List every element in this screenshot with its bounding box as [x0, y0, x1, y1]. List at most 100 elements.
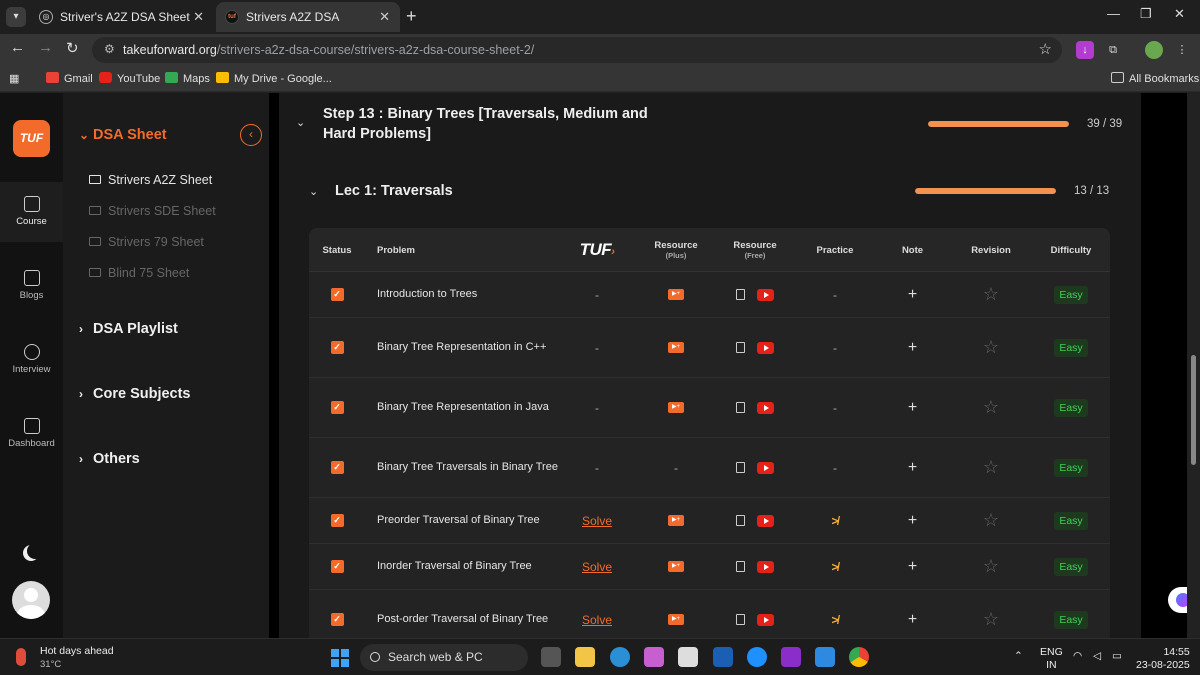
solve-link[interactable]: Solve [582, 613, 612, 627]
close-tab-icon[interactable]: ✕ [193, 2, 204, 32]
sidebar-item-blind75[interactable]: Blind 75 Sheet [89, 266, 189, 280]
revision-star-icon[interactable]: ☆ [983, 609, 999, 630]
sidebar-item-79[interactable]: Strivers 79 Sheet [89, 235, 204, 249]
tab-strivers-sheet[interactable]: ◎ Striver's A2Z DSA Sheet ✕ [30, 2, 214, 32]
step-title[interactable]: Step 13 : Binary Trees [Traversals, Medi… [323, 104, 683, 144]
chevron-down-icon[interactable]: ⌄ [296, 116, 305, 129]
article-icon[interactable] [736, 614, 745, 625]
bookmark-youtube[interactable]: YouTube [99, 72, 160, 85]
download-extension-icon[interactable]: ↓ [1076, 41, 1094, 59]
article-icon[interactable] [736, 402, 745, 413]
sidebar-item-sde[interactable]: Strivers SDE Sheet [89, 204, 216, 218]
taskbar-search[interactable]: Search web & PC [360, 644, 528, 671]
lync-icon[interactable] [713, 647, 733, 667]
status-checkbox[interactable]: ✓ [330, 341, 344, 354]
status-checkbox[interactable]: ✓ [330, 560, 344, 573]
bookmark-gmail[interactable]: Gmail [46, 72, 93, 85]
revision-star-icon[interactable]: ☆ [983, 510, 999, 531]
plus-resource-icon[interactable]: ▶+ [668, 561, 684, 572]
profile-avatar-icon[interactable] [1145, 41, 1163, 59]
wifi-icon[interactable]: ◠ [1073, 650, 1082, 663]
language-indicator[interactable]: ENG IN [1040, 646, 1063, 672]
file-explorer-icon[interactable] [575, 647, 595, 667]
sidebar-section-playlist[interactable]: › DSA Playlist [79, 321, 178, 337]
problem-name[interactable]: Binary Tree Representation in Java [377, 378, 562, 437]
task-view-icon[interactable] [541, 647, 561, 667]
plus-resource-icon[interactable]: ▶+ [668, 342, 684, 353]
add-note-icon[interactable]: + [908, 339, 917, 357]
reload-icon[interactable]: ↻ [66, 39, 79, 57]
add-note-icon[interactable]: + [908, 459, 917, 477]
rail-item-course[interactable]: Course [0, 182, 63, 242]
youtube-video-icon[interactable] [757, 341, 774, 354]
battery-icon[interactable]: ▭ [1112, 650, 1122, 663]
tab-search-button[interactable]: ▾ [6, 7, 26, 27]
rail-item-blogs[interactable]: Blogs [0, 256, 63, 316]
tray-chevron-icon[interactable]: ⌃ [1014, 650, 1023, 663]
all-bookmarks[interactable]: All Bookmarks [1111, 72, 1199, 85]
problem-name[interactable]: Preorder Traversal of Binary Tree [377, 498, 562, 543]
youtube-video-icon[interactable] [757, 288, 774, 301]
youtube-video-icon[interactable] [757, 613, 774, 626]
chrome-icon[interactable] [849, 647, 869, 667]
maximize-button[interactable]: ❐ [1140, 6, 1152, 22]
rail-item-dashboard[interactable]: Dashboard [0, 404, 63, 464]
extensions-icon[interactable]: ⧉ [1104, 41, 1122, 59]
status-checkbox[interactable]: ✓ [330, 461, 344, 474]
revision-star-icon[interactable]: ☆ [983, 556, 999, 577]
article-icon[interactable] [736, 561, 745, 572]
back-icon[interactable]: ← [10, 39, 25, 56]
vscode-icon[interactable] [815, 647, 835, 667]
tuf-logo[interactable]: TUF [13, 120, 50, 157]
add-note-icon[interactable]: + [908, 611, 917, 629]
plus-resource-icon[interactable]: ▶+ [668, 614, 684, 625]
page-scrollbar[interactable] [1187, 93, 1200, 638]
problem-name[interactable]: Introduction to Trees [377, 272, 562, 317]
collapse-sidebar-button[interactable]: ‹ [240, 124, 262, 146]
plus-resource-icon[interactable]: ▶+ [668, 402, 684, 413]
menu-dots-icon[interactable]: ⋮ [1173, 41, 1191, 59]
article-icon[interactable] [736, 462, 745, 473]
sidebar-section-dsa-sheet[interactable]: ⌄ DSA Sheet [79, 127, 167, 143]
sidebar-section-others[interactable]: › Others [79, 451, 140, 467]
edge-icon[interactable] [610, 647, 630, 667]
close-tab-icon[interactable]: ✕ [379, 2, 390, 32]
youtube-video-icon[interactable] [757, 461, 774, 474]
volume-icon[interactable]: ◁ [1093, 650, 1101, 663]
add-note-icon[interactable]: + [908, 512, 917, 530]
copilot-app-icon[interactable] [644, 647, 664, 667]
site-info-icon[interactable]: ⚙ [104, 42, 115, 56]
revision-star-icon[interactable]: ☆ [983, 397, 999, 418]
article-icon[interactable] [736, 515, 745, 526]
sidebar-section-core[interactable]: › Core Subjects [79, 386, 191, 402]
weather-widget[interactable]: Hot days ahead 31°C [40, 645, 114, 671]
status-checkbox[interactable]: ✓ [330, 514, 344, 527]
problem-name[interactable]: Post-order Traversal of Binary Tree [377, 590, 562, 638]
minimize-button[interactable]: — [1107, 6, 1120, 21]
add-note-icon[interactable]: + [908, 558, 917, 576]
add-note-icon[interactable]: + [908, 286, 917, 304]
jetbrains-icon[interactable] [781, 647, 801, 667]
solve-link[interactable]: Solve [582, 514, 612, 528]
apps-grid-icon[interactable]: ▦ [9, 72, 19, 85]
add-note-icon[interactable]: + [908, 399, 917, 417]
youtube-video-icon[interactable] [757, 401, 774, 414]
revision-star-icon[interactable]: ☆ [983, 337, 999, 358]
revision-star-icon[interactable]: ☆ [983, 457, 999, 478]
chevron-down-icon[interactable]: ⌄ [309, 185, 318, 198]
rail-item-interview[interactable]: Interview [0, 330, 63, 390]
status-checkbox[interactable]: ✓ [330, 401, 344, 414]
bookmark-maps[interactable]: Maps [165, 72, 210, 85]
store-icon[interactable] [678, 647, 698, 667]
tab-a2z-course[interactable]: tuf Strivers A2Z DSA Course/Sheet ✕ [216, 2, 400, 54]
codeforces-practice-icon[interactable]: ≯ [831, 514, 838, 528]
dark-mode-moon-icon[interactable] [27, 543, 43, 559]
close-window-button[interactable]: ✕ [1174, 6, 1185, 22]
address-bar[interactable]: ⚙ takeuforward.org/strivers-a2z-dsa-cour… [92, 37, 1062, 63]
bookmark-star-icon[interactable]: ☆ [1039, 40, 1052, 58]
forward-icon[interactable]: → [38, 39, 53, 56]
new-tab-button[interactable]: + [406, 6, 417, 26]
status-checkbox[interactable]: ✓ [330, 613, 344, 626]
article-icon[interactable] [736, 289, 745, 300]
plus-resource-icon[interactable]: ▶+ [668, 289, 684, 300]
